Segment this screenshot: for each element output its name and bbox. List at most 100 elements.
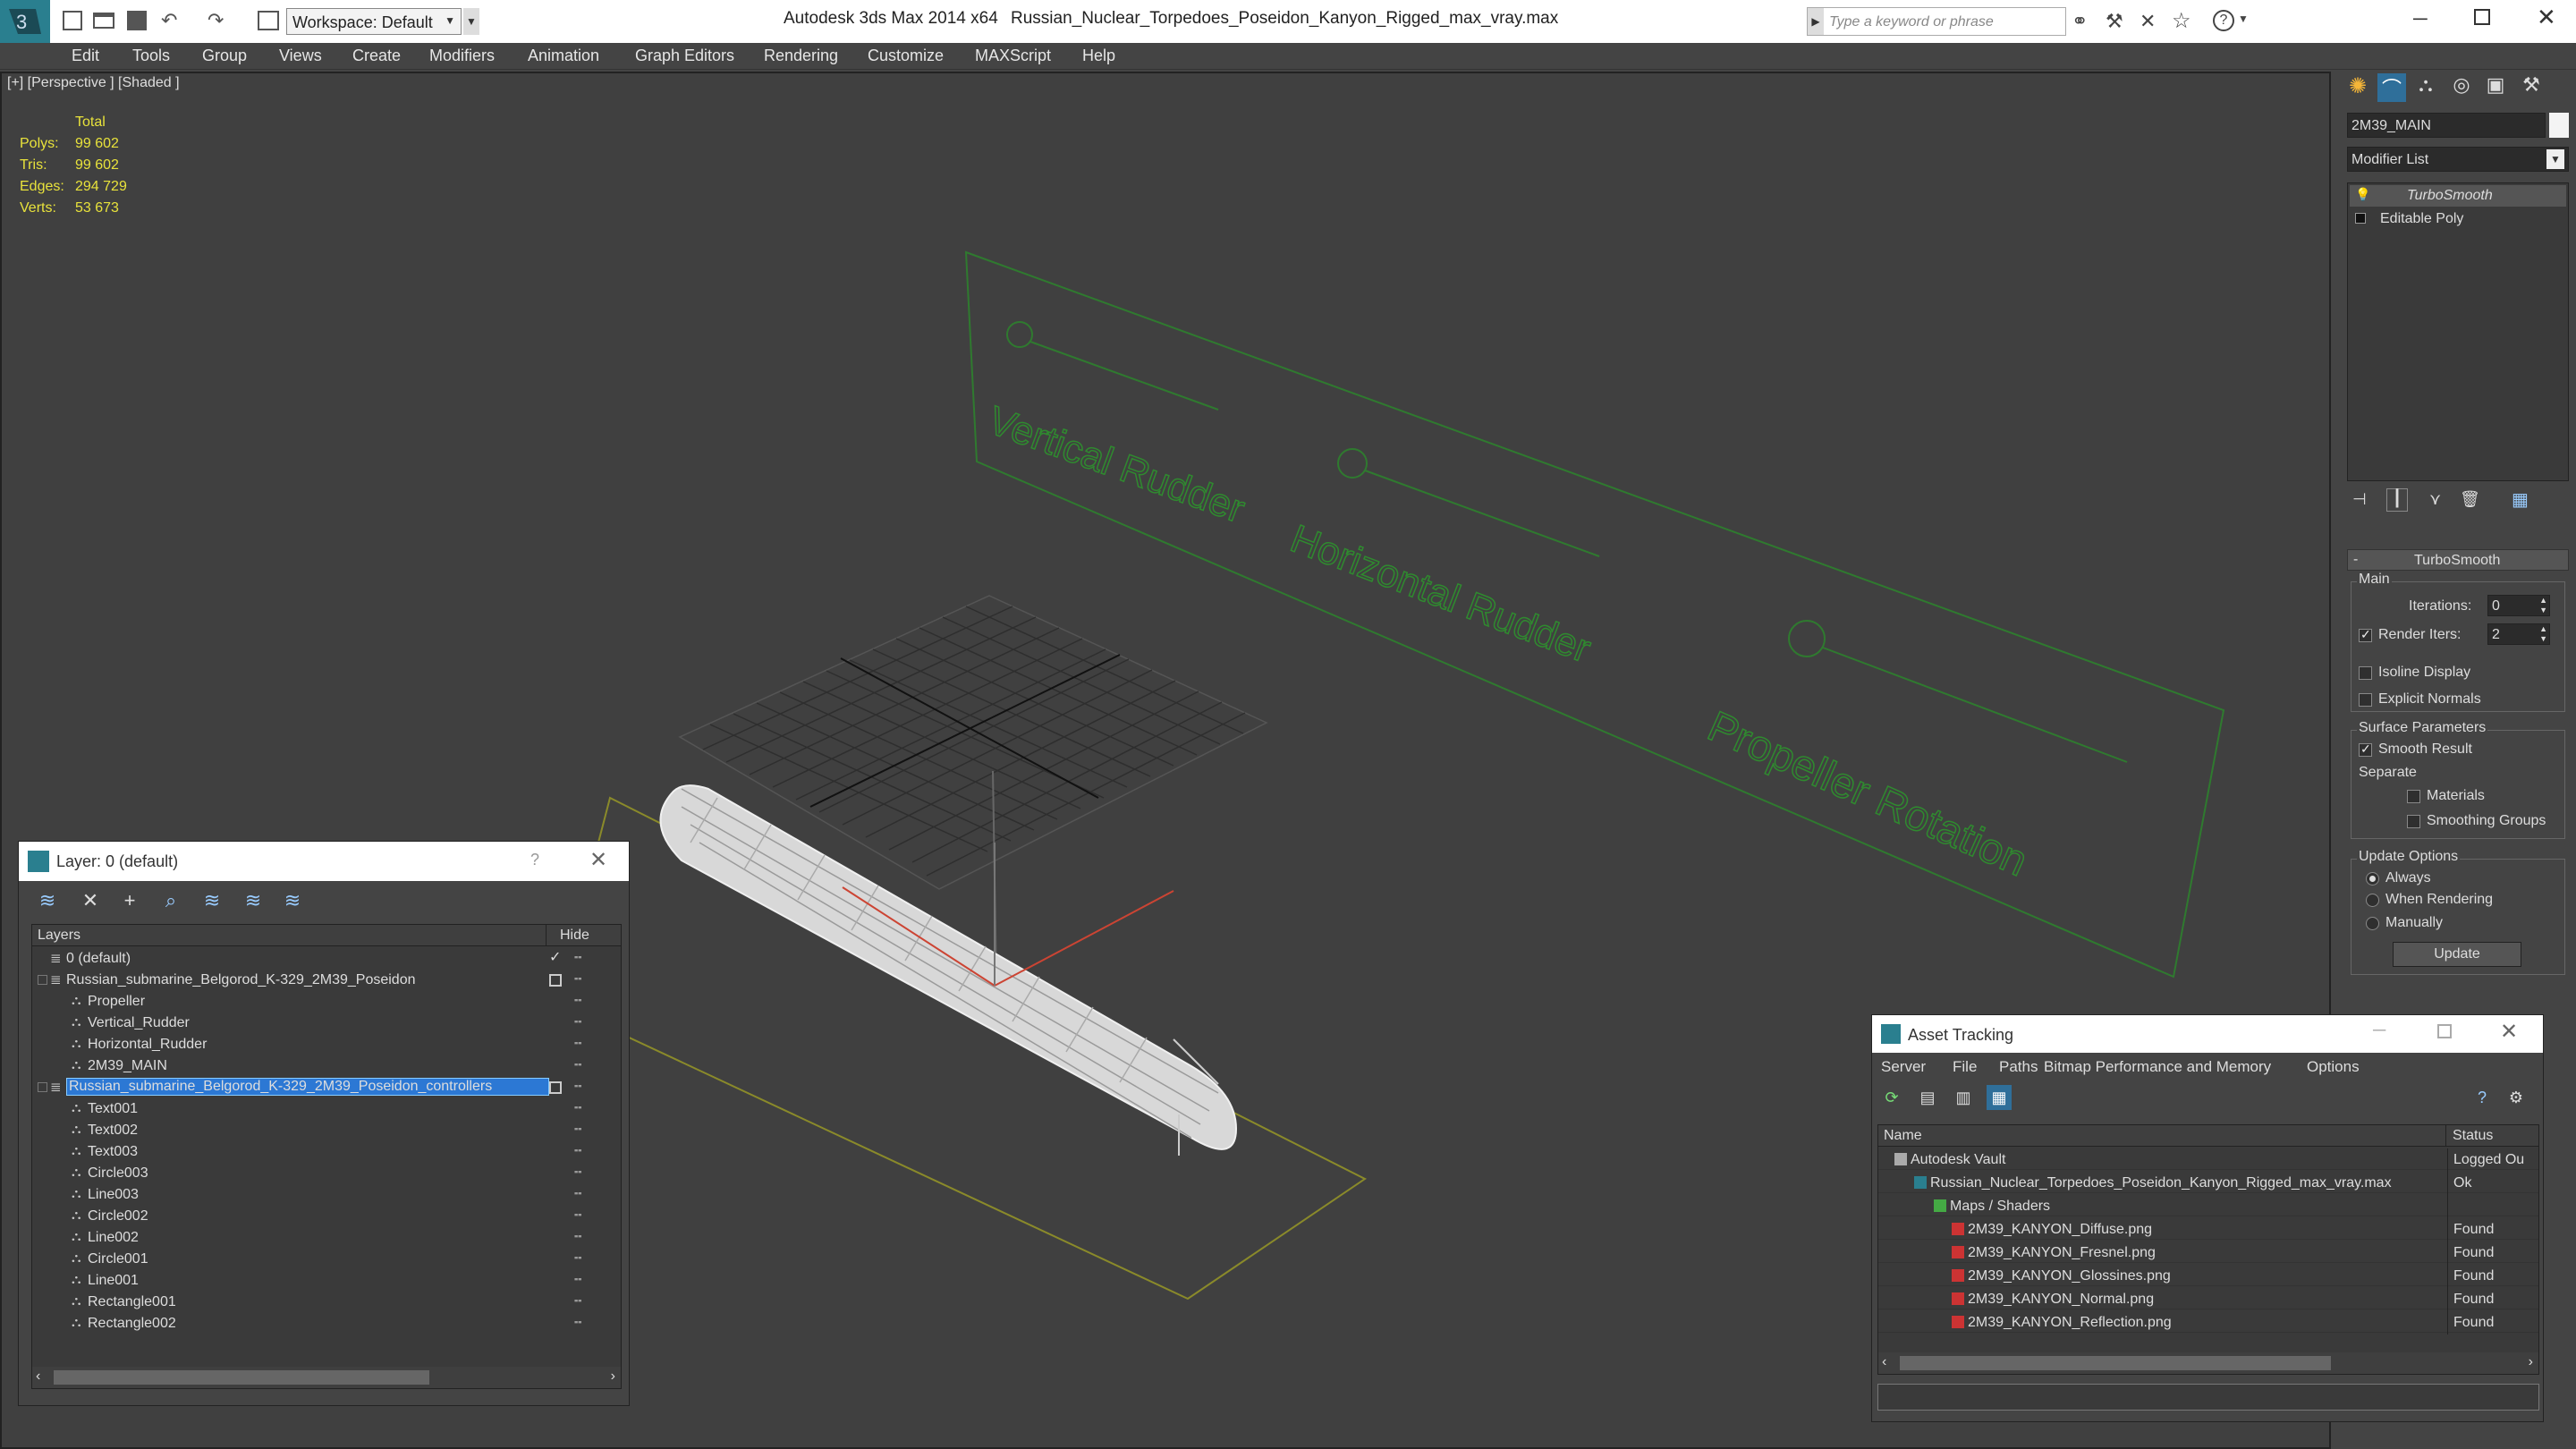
when-rendering-radio[interactable] (2366, 894, 2379, 907)
update-button[interactable]: Update (2393, 942, 2521, 967)
materials-checkbox[interactable] (2407, 790, 2420, 803)
layer-row[interactable]: ⛬ Horizontal_Rudder ╍ (32, 1034, 621, 1055)
asset-menu-paths[interactable]: Paths (1999, 1058, 2038, 1076)
layer-row[interactable]: ⛬ Text003 ╍ (32, 1141, 621, 1163)
help-dropdown-icon[interactable]: ▼ (2238, 13, 2249, 25)
layer-row[interactable]: ⛬ Line002 ╍ (32, 1227, 621, 1249)
scroll-right-icon[interactable]: › (611, 1368, 615, 1385)
smoothing-groups-checkbox[interactable] (2407, 815, 2420, 828)
show-end-result-icon[interactable]: ┃ (2386, 488, 2408, 512)
horizontal-scrollbar[interactable]: ‹ › (1878, 1352, 2538, 1374)
favorites-star-icon[interactable]: ☆ (2172, 8, 2191, 34)
project-folder-icon[interactable] (258, 11, 279, 30)
hide-toggle[interactable]: ╍ (574, 1293, 581, 1309)
options-help-icon[interactable]: ⚙ (2504, 1085, 2529, 1110)
stack-item-editable-poly[interactable]: Editable Poly (2350, 208, 2566, 230)
layer-row[interactable]: ⛬ Circle001 ╍ (32, 1249, 621, 1270)
scroll-left-icon[interactable]: ‹ (36, 1368, 40, 1385)
col-layers-header[interactable]: Layers (38, 928, 80, 944)
subscription-icon[interactable]: ⚒ (2106, 10, 2123, 33)
iterations-spinner[interactable]: 0 ▲ ▼ (2487, 595, 2550, 616)
hide-toggle[interactable]: ╍ (574, 950, 581, 965)
menu-views[interactable]: Views (279, 47, 322, 65)
menu-maxscript[interactable]: MAXScript (975, 47, 1051, 65)
layer-row[interactable]: ⛬ Propeller ╍ (32, 991, 621, 1013)
close-icon[interactable]: ✕ (589, 847, 607, 873)
layer-frame-icon[interactable] (549, 974, 562, 987)
menu-help[interactable]: Help (1082, 47, 1115, 65)
layer-frame-icon[interactable] (549, 1081, 562, 1094)
display-tab-icon[interactable]: ▣ (2481, 73, 2510, 102)
refresh-icon[interactable]: ⟳ (1879, 1085, 1904, 1110)
redo-icon[interactable]: ↷ (208, 9, 224, 32)
help-icon[interactable]: ? (530, 851, 539, 869)
spinner-arrows-icon[interactable]: ▲ ▼ (2539, 624, 2547, 644)
configure-sets-icon[interactable]: ▦ (2512, 488, 2529, 511)
vertical-rudder-label[interactable]: Vertical Rudder (982, 398, 1251, 532)
hide-toggle[interactable]: ╍ (574, 1315, 581, 1330)
render-iters-spinner[interactable]: 2 ▲ ▼ (2487, 623, 2550, 645)
delete-layer-icon[interactable]: ✕ (78, 888, 103, 913)
close-icon[interactable]: ✕ (2537, 4, 2556, 31)
asset-menu-file[interactable]: File (1953, 1058, 1977, 1076)
close-icon[interactable]: ✕ (2500, 1019, 2518, 1045)
make-unique-icon[interactable]: ⋎ (2429, 490, 2441, 509)
maximize-icon[interactable] (2437, 1024, 2452, 1038)
tree-view-icon[interactable]: ▥ (1951, 1085, 1976, 1110)
layer-row[interactable]: ≣ 0 (default) ✓ ╍ (32, 948, 621, 970)
layer-row[interactable]: ⛬ Rectangle001 ╍ (32, 1292, 621, 1313)
minimize-icon[interactable]: ─ (2373, 1021, 2385, 1041)
menu-graph-editors[interactable]: Graph Editors (635, 47, 734, 65)
layer-row[interactable]: ⛬ Vertical_Rudder ╍ (32, 1013, 621, 1034)
expand-arrow-icon[interactable]: ▶ (1808, 8, 1824, 35)
asset-row[interactable]: Autodesk Vault Logged Ou (1878, 1148, 2538, 1172)
hide-all-layers-icon[interactable]: ≋ (241, 888, 266, 913)
layer-row[interactable]: ⛬ Text002 ╍ (32, 1120, 621, 1141)
customize-toolbar-icon[interactable]: ▼ (463, 8, 479, 35)
hide-toggle[interactable]: ╍ (574, 1250, 581, 1266)
layer-row[interactable]: ≣ Russian_submarine_Belgorod_K-329_2M39_P… (32, 970, 621, 991)
col-hide-header[interactable]: Hide (560, 928, 589, 944)
search-input[interactable]: ▶ Type a keyword or phrase (1807, 7, 2066, 36)
menu-modifiers[interactable]: Modifiers (429, 47, 495, 65)
asset-row[interactable]: 2M39_KANYON_Glossines.png Found (1878, 1265, 2538, 1288)
menu-tools[interactable]: Tools (132, 47, 170, 65)
hide-toggle[interactable]: ╍ (574, 1079, 581, 1094)
table-view-icon[interactable]: ▦ (1987, 1085, 2012, 1110)
scrollbar-thumb[interactable] (54, 1370, 429, 1385)
hide-toggle[interactable]: ╍ (574, 1143, 581, 1158)
undo-icon[interactable]: ↶ (161, 9, 177, 32)
current-layer-check-icon[interactable]: ✓ (549, 948, 561, 966)
layer-list[interactable]: Layers Hide ≣ 0 (default) ✓ ╍ ≣ Russian_subma… (31, 924, 622, 1389)
asset-list[interactable]: Name Status Autodesk Vault Logged Ou Russi… (1877, 1124, 2539, 1375)
hide-toggle[interactable]: ╍ (574, 1100, 581, 1115)
highlight-layer-icon[interactable]: ≋ (199, 888, 225, 913)
asset-row[interactable]: 2M39_KANYON_Normal.png Found (1878, 1288, 2538, 1311)
freeze-all-layers-icon[interactable]: ≋ (280, 888, 305, 913)
menu-edit[interactable]: Edit (72, 47, 99, 65)
remove-modifier-icon[interactable]: 🗑 (2460, 490, 2480, 509)
layer-row[interactable]: ≣ Russian_submarine_Belgorod_K-329_2M39_P… (32, 1077, 621, 1098)
hide-toggle[interactable]: ╍ (574, 971, 581, 987)
help-icon[interactable]: ? (2213, 10, 2234, 31)
scroll-left-icon[interactable]: ‹ (1882, 1354, 1886, 1370)
asset-row[interactable]: 2M39_KANYON_Fresnel.png Found (1878, 1241, 2538, 1265)
expand-box-icon[interactable] (38, 1082, 47, 1092)
menu-group[interactable]: Group (202, 47, 247, 65)
menu-customize[interactable]: Customize (868, 47, 944, 65)
hide-toggle[interactable]: ╍ (574, 1122, 581, 1137)
col-name-header[interactable]: Name (1884, 1128, 1922, 1144)
manually-radio[interactable] (2366, 917, 2379, 930)
binoculars-icon[interactable]: ⚭ (2072, 10, 2088, 33)
layer-row[interactable]: ⛬ Text001 ╍ (32, 1098, 621, 1120)
asset-row[interactable]: 2M39_KANYON_Diffuse.png Found (1878, 1218, 2538, 1241)
select-objects-icon[interactable]: ⌕ (158, 888, 183, 913)
asset-row[interactable]: 2M39_KANYON_Reflection.png Found (1878, 1311, 2538, 1335)
layer-window-titlebar[interactable]: Layer: 0 (default) ? ✕ (19, 842, 629, 881)
col-status-header[interactable]: Status (2453, 1128, 2493, 1144)
asset-window-titlebar[interactable]: Asset Tracking ─ ✕ (1872, 1015, 2543, 1053)
scrollbar-thumb[interactable] (1900, 1356, 2331, 1370)
lightbulb-icon[interactable]: 💡 (2355, 187, 2370, 202)
hide-toggle[interactable]: ╍ (574, 1165, 581, 1180)
isoline-display-checkbox[interactable] (2359, 666, 2372, 680)
